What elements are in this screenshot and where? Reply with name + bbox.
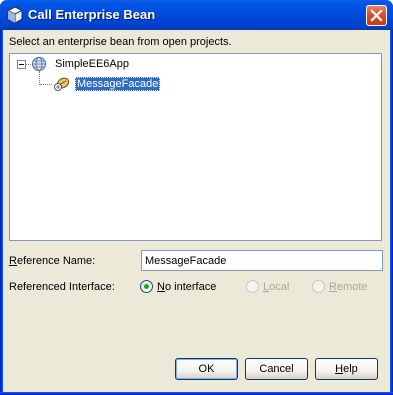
project-tree[interactable]: SimpleEE6App MessageFacade	[9, 53, 382, 241]
tree-node-project[interactable]: SimpleEE6App	[31, 55, 131, 73]
radio-no-interface[interactable]: No interface	[140, 280, 216, 293]
radio-indicator	[140, 280, 153, 293]
radio-label: Local	[263, 280, 290, 293]
title-bar[interactable]: Call Enterprise Bean	[0, 0, 393, 30]
session-bean-icon	[54, 77, 70, 91]
collapse-toggle[interactable]	[17, 60, 26, 69]
tree-node-label: MessageFacade	[75, 77, 161, 91]
radio-local[interactable]: Local	[246, 280, 289, 293]
instruction-text: Select an enterprise bean from open proj…	[9, 36, 232, 48]
dialog-window: Call Enterprise Bean Select an enterpris…	[0, 0, 393, 395]
reference-name-field[interactable]	[141, 250, 383, 271]
ok-button[interactable]: OK	[175, 358, 238, 380]
radio-indicator	[246, 280, 259, 293]
radio-remote[interactable]: Remote	[312, 280, 368, 293]
close-icon	[370, 9, 383, 22]
cancel-button[interactable]: Cancel	[245, 358, 308, 380]
tree-connector	[39, 71, 40, 85]
dialog-title: Call Enterprise Bean	[28, 7, 156, 22]
radio-label: Remote	[329, 280, 368, 293]
tree-node-bean[interactable]: MessageFacade	[53, 75, 161, 93]
referenced-interface-label: Referenced Interface:	[9, 281, 115, 293]
globe-icon	[32, 57, 46, 71]
close-button[interactable]	[366, 5, 387, 26]
radio-label: No interface	[157, 280, 217, 293]
tree-node-label: SimpleEE6App	[55, 58, 129, 70]
tree-connector	[40, 84, 52, 85]
bean-icon	[7, 6, 23, 24]
dialog-body: Select an enterprise bean from open proj…	[3, 30, 390, 392]
help-button[interactable]: Help	[315, 358, 378, 380]
reference-name-label: Reference Name:	[9, 255, 96, 267]
radio-indicator	[312, 280, 325, 293]
